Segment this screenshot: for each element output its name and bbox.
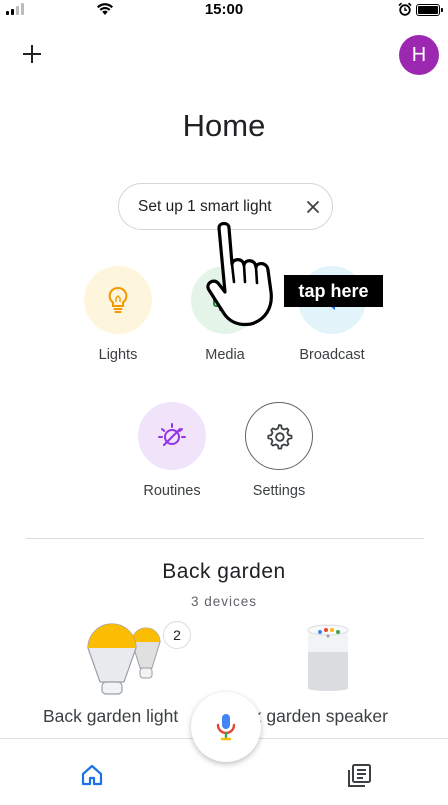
assistant-mic-button[interactable] bbox=[191, 692, 261, 762]
add-button[interactable] bbox=[20, 42, 44, 66]
room-device-count: 3 devices bbox=[190, 594, 258, 609]
home-icon[interactable] bbox=[80, 763, 104, 787]
setup-chip-label: Set up 1 smart light bbox=[138, 198, 272, 215]
shortcut-label-settings: Settings bbox=[252, 483, 306, 499]
pointing-hand-icon bbox=[206, 221, 273, 327]
shortcut-routines[interactable]: Routines bbox=[112, 402, 232, 499]
device-back-garden-light[interactable] bbox=[82, 620, 167, 701]
status-bar: 15:00 bbox=[0, 0, 448, 20]
gear-icon bbox=[267, 424, 293, 450]
shortcut-label-broadcast: Broadcast bbox=[299, 347, 365, 363]
smart-speaker-icon bbox=[307, 624, 349, 691]
microphone-icon bbox=[216, 714, 236, 741]
shortcut-label-media: Media bbox=[205, 347, 245, 363]
light-bulbs-icon bbox=[87, 623, 161, 695]
clock: 15:00 bbox=[204, 1, 244, 18]
shortcut-label-routines: Routines bbox=[143, 483, 201, 499]
routines-circle bbox=[138, 402, 206, 470]
page-title: Home bbox=[182, 108, 266, 143]
shortcut-lights[interactable]: Lights bbox=[58, 266, 178, 363]
settings-circle bbox=[245, 402, 313, 470]
device-count-badge: 2 bbox=[163, 621, 191, 649]
tap-here-annotation: tap here bbox=[284, 275, 383, 307]
device-back-garden-speaker[interactable] bbox=[303, 622, 353, 699]
device-label-speaker: ck garden speaker bbox=[244, 706, 388, 726]
routines-icon bbox=[158, 423, 186, 446]
lights-circle bbox=[84, 266, 152, 334]
avatar[interactable]: H bbox=[399, 35, 439, 75]
room-title: Back garden bbox=[162, 560, 286, 583]
device-label-light: Back garden light bbox=[43, 706, 179, 726]
battery-icon bbox=[416, 4, 443, 16]
alarm-icon bbox=[398, 2, 412, 16]
shortcut-settings[interactable]: Settings bbox=[219, 402, 339, 499]
shortcut-label-lights: Lights bbox=[98, 347, 138, 363]
lightbulb-icon bbox=[108, 287, 128, 313]
avatar-initial: H bbox=[411, 43, 427, 66]
close-icon[interactable] bbox=[305, 199, 321, 215]
divider bbox=[26, 538, 424, 539]
feed-icon[interactable] bbox=[346, 763, 372, 789]
